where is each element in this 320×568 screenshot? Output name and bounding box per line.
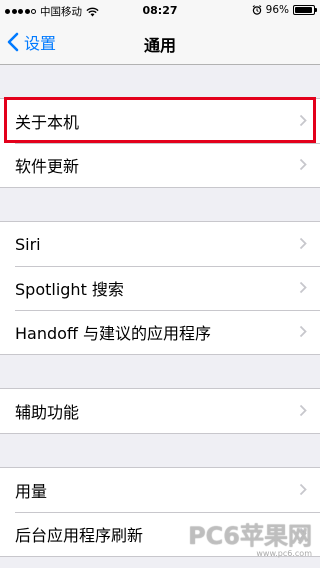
row-handoff[interactable]: Handoff 与建议的应用程序 [0, 310, 320, 354]
chevron-right-icon [299, 404, 307, 417]
navigation-bar: 设置 通用 [0, 20, 320, 65]
row-label: 后台应用程序刷新 [15, 526, 144, 545]
row-label: 软件更新 [15, 157, 80, 176]
page-title: 通用 [143, 36, 176, 55]
chevron-right-icon [299, 281, 307, 294]
chevron-right-icon [299, 158, 307, 171]
chevron-right-icon [299, 325, 307, 338]
battery-percent: 96% [265, 4, 289, 16]
row-label: 关于本机 [15, 113, 80, 132]
row-about[interactable]: 关于本机 [0, 99, 320, 143]
battery-icon [293, 5, 317, 15]
row-label: Handoff 与建议的应用程序 [15, 324, 212, 343]
chevron-right-icon [299, 237, 307, 250]
chevron-right-icon [299, 114, 307, 127]
watermark: PC6苹果网 www.pc6.com [188, 516, 312, 558]
row-siri[interactable]: Siri [0, 222, 320, 266]
alarm-clock-icon [252, 5, 262, 15]
row-label: 用量 [15, 482, 48, 501]
row-label: Siri [15, 234, 41, 254]
settings-group-about: 关于本机 软件更新 [0, 98, 320, 188]
row-label: 辅助功能 [15, 403, 80, 422]
chevron-right-icon [299, 483, 307, 496]
row-software-update[interactable]: 软件更新 [0, 143, 320, 187]
watermark-logo: PC6苹果网 [188, 522, 312, 550]
battery-fill [295, 7, 313, 13]
row-usage[interactable]: 用量 [0, 468, 320, 512]
row-label: Spotlight 搜索 [15, 280, 124, 299]
settings-group-siri: Siri Spotlight 搜索 Handoff 与建议的应用程序 [0, 221, 320, 355]
settings-group-accessibility: 辅助功能 [0, 388, 320, 434]
status-bar: 中国移动 08:27 96% [0, 0, 320, 20]
status-right: 96% [252, 4, 317, 16]
row-accessibility[interactable]: 辅助功能 [0, 389, 320, 433]
row-spotlight-search[interactable]: Spotlight 搜索 [0, 266, 320, 310]
